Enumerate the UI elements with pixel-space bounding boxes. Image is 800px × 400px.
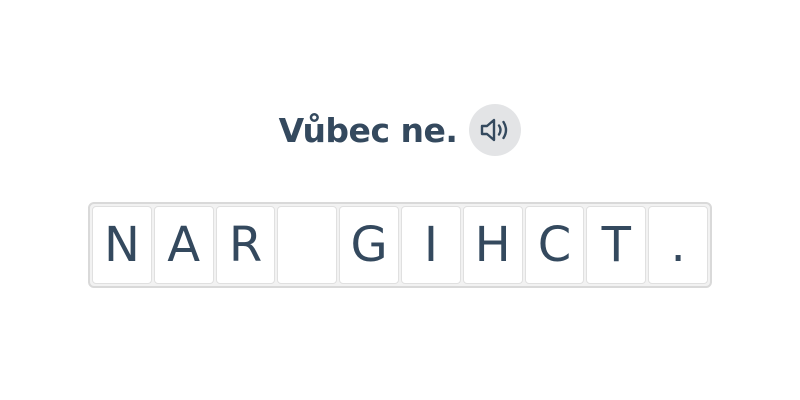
letter-tile[interactable]: H — [462, 206, 523, 284]
letter-tile[interactable]: . — [648, 206, 708, 284]
prompt-row: Vůbec ne. — [0, 102, 800, 158]
letter-tile[interactable]: A — [153, 206, 214, 284]
speaker-icon — [481, 118, 508, 142]
letter-tile[interactable] — [277, 206, 338, 284]
letter-tile[interactable]: C — [524, 206, 585, 284]
answer-tiles: N A R G I H C T . — [88, 202, 712, 288]
letter-tile[interactable]: I — [401, 206, 461, 284]
exercise-screen: Vůbec ne. N A R G I H C T . — [0, 0, 800, 400]
letter-tile[interactable]: T — [586, 206, 647, 284]
letter-tile[interactable]: G — [339, 206, 399, 284]
prompt-text: Vůbec ne. — [278, 110, 458, 150]
letter-tile[interactable]: N — [92, 206, 152, 284]
letter-tile[interactable]: R — [215, 206, 276, 284]
play-audio-button[interactable] — [469, 104, 522, 156]
